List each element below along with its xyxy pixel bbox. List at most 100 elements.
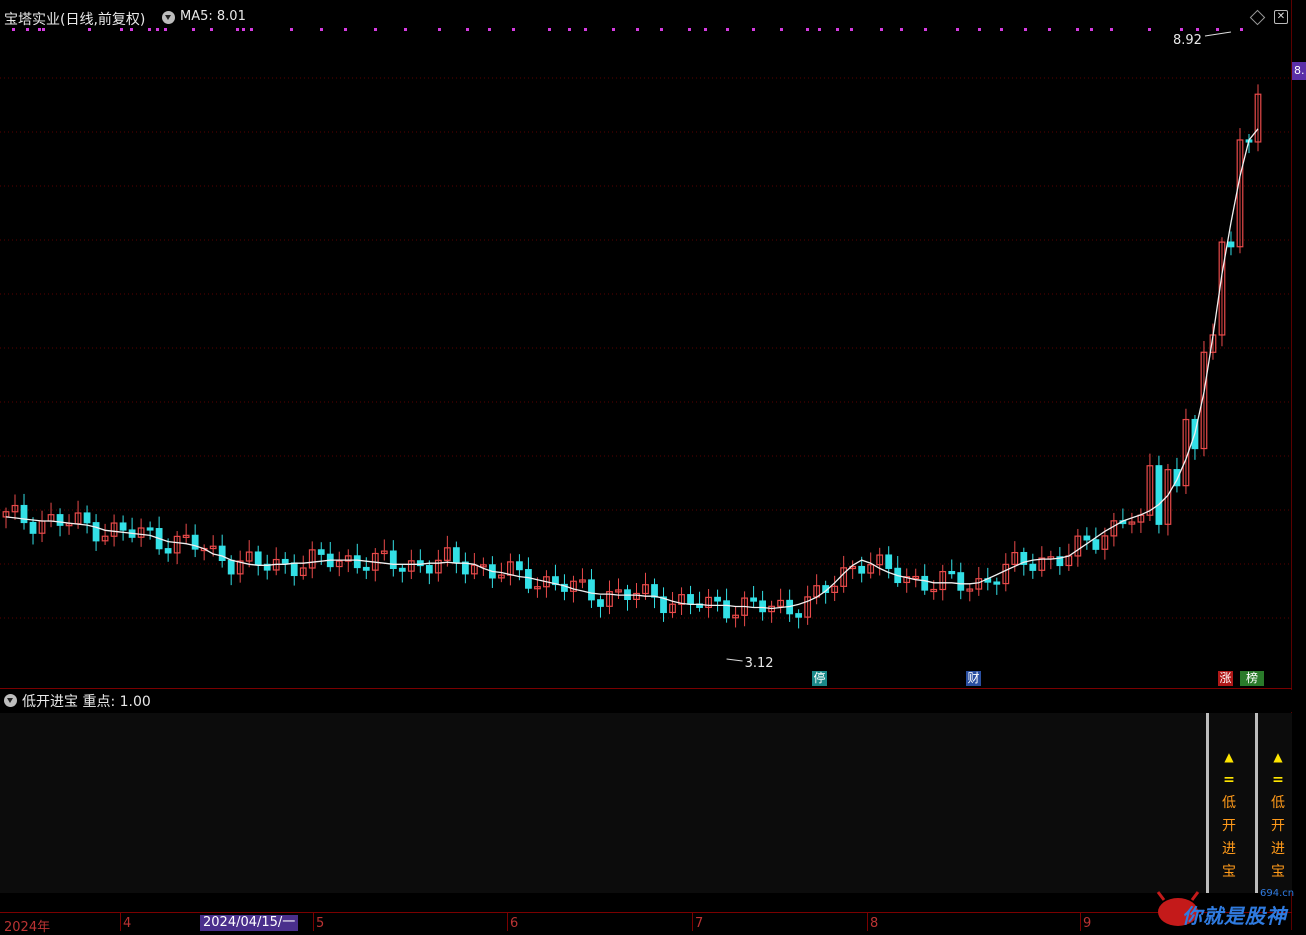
signal-label: ▲ = 低 开 进 宝 <box>1268 746 1288 884</box>
candle-body[interactable] <box>20 504 28 524</box>
signal-marker <box>568 28 571 31</box>
candle-body[interactable] <box>921 575 929 591</box>
high-annotation: 8.92 <box>1173 33 1202 48</box>
signal-marker <box>374 28 377 31</box>
candle-body[interactable] <box>750 597 757 602</box>
indicator-panel[interactable] <box>0 713 1292 893</box>
signal-marker <box>880 28 883 31</box>
signal-marker <box>42 28 45 31</box>
time-axis[interactable]: 2024年 4 2024/04/15/一 5 6 7 8 9 <box>0 912 1292 935</box>
candle-body[interactable] <box>362 566 370 571</box>
signal-marker <box>956 28 959 31</box>
candle-body[interactable] <box>525 569 532 589</box>
signal-marker <box>752 28 755 31</box>
axis-tick-label: 5 <box>316 916 325 931</box>
signal-marker <box>1110 28 1113 31</box>
candle-body[interactable] <box>119 522 127 531</box>
signal-marker <box>660 28 663 31</box>
event-badge-finance[interactable]: 财 <box>966 671 981 686</box>
candle-body[interactable] <box>597 599 604 607</box>
axis-tick-label: 6 <box>510 916 519 931</box>
signal-marker <box>726 28 729 31</box>
signal-marker <box>1090 28 1093 31</box>
signal-char: 宝 <box>1222 864 1236 880</box>
candle-body[interactable] <box>425 564 433 574</box>
candle-body[interactable] <box>254 551 262 565</box>
event-badge-limit-up[interactable]: 涨 <box>1218 671 1233 686</box>
current-price-flag: 8. <box>1292 62 1306 80</box>
signal-marker <box>900 28 903 31</box>
signal-marker <box>156 28 159 31</box>
candle-body[interactable] <box>83 512 91 524</box>
signal-marker <box>836 28 839 31</box>
candle-body[interactable] <box>146 527 154 531</box>
signal-label: ▲ = 低 开 进 宝 <box>1219 746 1239 884</box>
candle-body[interactable] <box>858 565 866 574</box>
signal-marker <box>688 28 691 31</box>
signal-marker <box>164 28 167 31</box>
candle-body[interactable] <box>948 570 956 575</box>
signal-marker <box>924 28 927 31</box>
signal-marker <box>850 28 853 31</box>
candle-body[interactable] <box>353 555 361 569</box>
candle-body[interactable] <box>795 613 803 618</box>
candle-body[interactable] <box>1029 563 1037 571</box>
signal-marker <box>88 28 91 31</box>
high-pointer <box>1204 31 1232 37</box>
signal-marker <box>210 28 213 31</box>
candle-body[interactable] <box>1083 535 1091 541</box>
indicator-title: 低开进宝 重点: 1.00 <box>22 694 151 710</box>
signal-marker <box>320 28 323 31</box>
signal-marker <box>1024 28 1027 31</box>
axis-tick <box>507 913 508 931</box>
watermark-text: 你就是股神 <box>1182 904 1287 928</box>
signal-bar <box>1206 713 1209 893</box>
candle-body[interactable] <box>588 579 595 601</box>
signal-char: 低 <box>1222 795 1236 811</box>
candle-body[interactable] <box>759 600 766 613</box>
candle-body[interactable] <box>389 550 397 569</box>
axis-tick-label: 8 <box>870 916 879 931</box>
candle-body[interactable] <box>993 581 1001 585</box>
candle-body[interactable] <box>1092 539 1100 550</box>
candle-body[interactable] <box>516 561 523 571</box>
indicator-toggle-icon[interactable] <box>4 694 17 707</box>
signal-marker <box>344 28 347 31</box>
candle-body[interactable] <box>290 562 298 577</box>
candle-body[interactable] <box>687 594 694 605</box>
candle-body[interactable] <box>281 558 289 564</box>
candle-body[interactable] <box>714 596 721 602</box>
signal-marker <box>488 28 491 31</box>
event-badge-ranking[interactable]: 榜 <box>1240 671 1264 686</box>
candle-body[interactable] <box>885 554 893 569</box>
candle-body[interactable] <box>957 572 965 591</box>
price-chart[interactable]: 8.92 3.12 <box>0 0 1292 690</box>
signal-char: 开 <box>1271 818 1285 834</box>
indicator-header: 低开进宝 重点: 1.00 <box>0 690 1292 712</box>
candle-body[interactable] <box>723 600 730 619</box>
event-badge-halt[interactable]: 停 <box>812 671 827 686</box>
signal-marker <box>38 28 41 31</box>
panel-divider[interactable] <box>0 688 1292 689</box>
axis-tick-label: 4 <box>123 916 132 931</box>
candle-body[interactable] <box>651 584 658 598</box>
signal-marker <box>1076 28 1079 31</box>
candle-body[interactable] <box>164 548 172 554</box>
candle-body[interactable] <box>1227 241 1235 248</box>
candle-body[interactable] <box>1155 465 1163 525</box>
candle-body[interactable] <box>452 547 460 563</box>
axis-tick-label: 7 <box>695 916 704 931</box>
triangle-up-icon: ▲ <box>1224 750 1234 764</box>
signal-equals: = <box>1223 772 1235 788</box>
candle-body[interactable] <box>317 549 325 555</box>
low-pointer <box>726 658 743 662</box>
signal-char: 低 <box>1271 795 1285 811</box>
axis-tick <box>120 913 121 931</box>
candle-body[interactable] <box>398 567 406 572</box>
candle-body[interactable] <box>56 514 64 526</box>
candle-body[interactable] <box>227 559 235 575</box>
signal-char: 开 <box>1222 818 1236 834</box>
candle-body[interactable] <box>92 522 100 542</box>
candle-body[interactable] <box>29 521 37 534</box>
candle-body[interactable] <box>218 545 226 562</box>
